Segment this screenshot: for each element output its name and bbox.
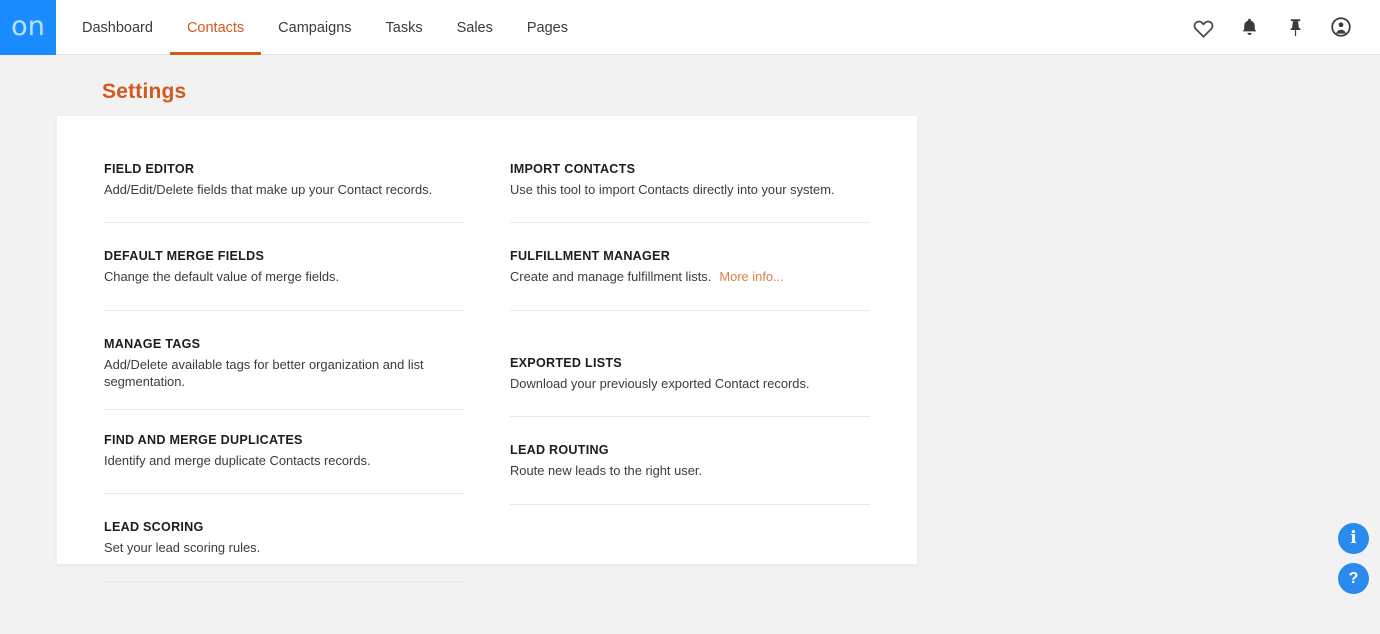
settings-left-column: FIELD EDITOR Add/Edit/Delete fields that… xyxy=(104,162,464,582)
setting-description: Add/Edit/Delete fields that make up your… xyxy=(104,181,433,197)
app-logo[interactable]: on xyxy=(0,0,56,55)
setting-title: FIELD EDITOR xyxy=(104,162,195,176)
setting-description: Route new leads to the right user. xyxy=(510,462,703,478)
floating-action-buttons: i ? xyxy=(1338,523,1369,594)
pin-icon[interactable] xyxy=(1272,0,1318,55)
setting-title: EXPORTED LISTS xyxy=(510,355,622,370)
app-logo-text: on xyxy=(11,10,45,42)
setting-default-merge-fields[interactable]: DEFAULT MERGE FIELDS Change the default … xyxy=(104,223,464,311)
setting-description: Create and manage fulfillment lists. More… xyxy=(510,268,870,286)
nav-item-dashboard[interactable]: Dashboard xyxy=(65,0,170,55)
setting-title: FIND AND MERGE DUPLICATES xyxy=(104,432,303,447)
top-navigation-bar: on Dashboard Contacts Campaigns Tasks Sa… xyxy=(0,0,1380,55)
setting-description: Use this tool to import Contacts directl… xyxy=(510,181,835,197)
main-nav: Dashboard Contacts Campaigns Tasks Sales… xyxy=(65,0,585,55)
setting-title: DEFAULT MERGE FIELDS xyxy=(104,249,265,264)
account-circle-icon[interactable] xyxy=(1318,0,1364,55)
nav-item-contacts[interactable]: Contacts xyxy=(169,0,262,55)
settings-columns: FIELD EDITOR Add/Edit/Delete fields that… xyxy=(104,162,870,582)
setting-lead-scoring[interactable]: LEAD SCORING Set your lead scoring rules… xyxy=(104,494,464,582)
header-actions xyxy=(1180,0,1380,54)
setting-title: FULFILLMENT MANAGER xyxy=(510,249,671,264)
setting-title: LEAD SCORING xyxy=(104,520,204,535)
nav-item-pages[interactable]: Pages xyxy=(510,0,585,55)
setting-description: Identify and merge duplicate Contacts re… xyxy=(104,452,371,468)
info-fab[interactable]: i xyxy=(1338,523,1369,554)
more-info-link[interactable]: More info... xyxy=(719,269,783,284)
bell-icon[interactable] xyxy=(1226,0,1272,55)
setting-title: LEAD ROUTING xyxy=(510,443,609,458)
setting-description-text: Create and manage fulfillment lists. xyxy=(510,269,712,285)
setting-fulfillment-manager[interactable]: FULFILLMENT MANAGER Create and manage fu… xyxy=(510,223,870,311)
setting-field-editor[interactable]: FIELD EDITOR Add/Edit/Delete fields that… xyxy=(104,162,464,224)
setting-exported-lists[interactable]: EXPORTED LISTS Download your previously … xyxy=(510,311,870,418)
heart-icon[interactable] xyxy=(1180,0,1226,55)
setting-lead-routing[interactable]: LEAD ROUTING Route new leads to the righ… xyxy=(510,417,870,505)
setting-description: Download your previously exported Contac… xyxy=(510,375,810,391)
page-title: Settings xyxy=(102,80,187,103)
setting-description: Set your lead scoring rules. xyxy=(104,540,261,556)
nav-item-tasks[interactable]: Tasks xyxy=(369,0,440,55)
settings-right-column: IMPORT CONTACTS Use this tool to import … xyxy=(510,162,870,582)
setting-title: IMPORT CONTACTS xyxy=(510,162,636,176)
setting-description: Change the default value of merge fields… xyxy=(104,269,340,285)
setting-import-contacts[interactable]: IMPORT CONTACTS Use this tool to import … xyxy=(510,162,870,224)
setting-find-and-merge-duplicates[interactable]: FIND AND MERGE DUPLICATES Identify and m… xyxy=(104,410,464,495)
nav-item-sales[interactable]: Sales xyxy=(440,0,510,55)
setting-title: MANAGE TAGS xyxy=(104,336,201,351)
setting-description: Add/Delete available tags for better org… xyxy=(104,356,424,390)
help-fab[interactable]: ? xyxy=(1338,563,1369,594)
setting-manage-tags[interactable]: MANAGE TAGS Add/Delete available tags fo… xyxy=(104,311,464,410)
nav-item-campaigns[interactable]: Campaigns xyxy=(261,0,368,55)
settings-card: FIELD EDITOR Add/Edit/Delete fields that… xyxy=(56,115,918,582)
